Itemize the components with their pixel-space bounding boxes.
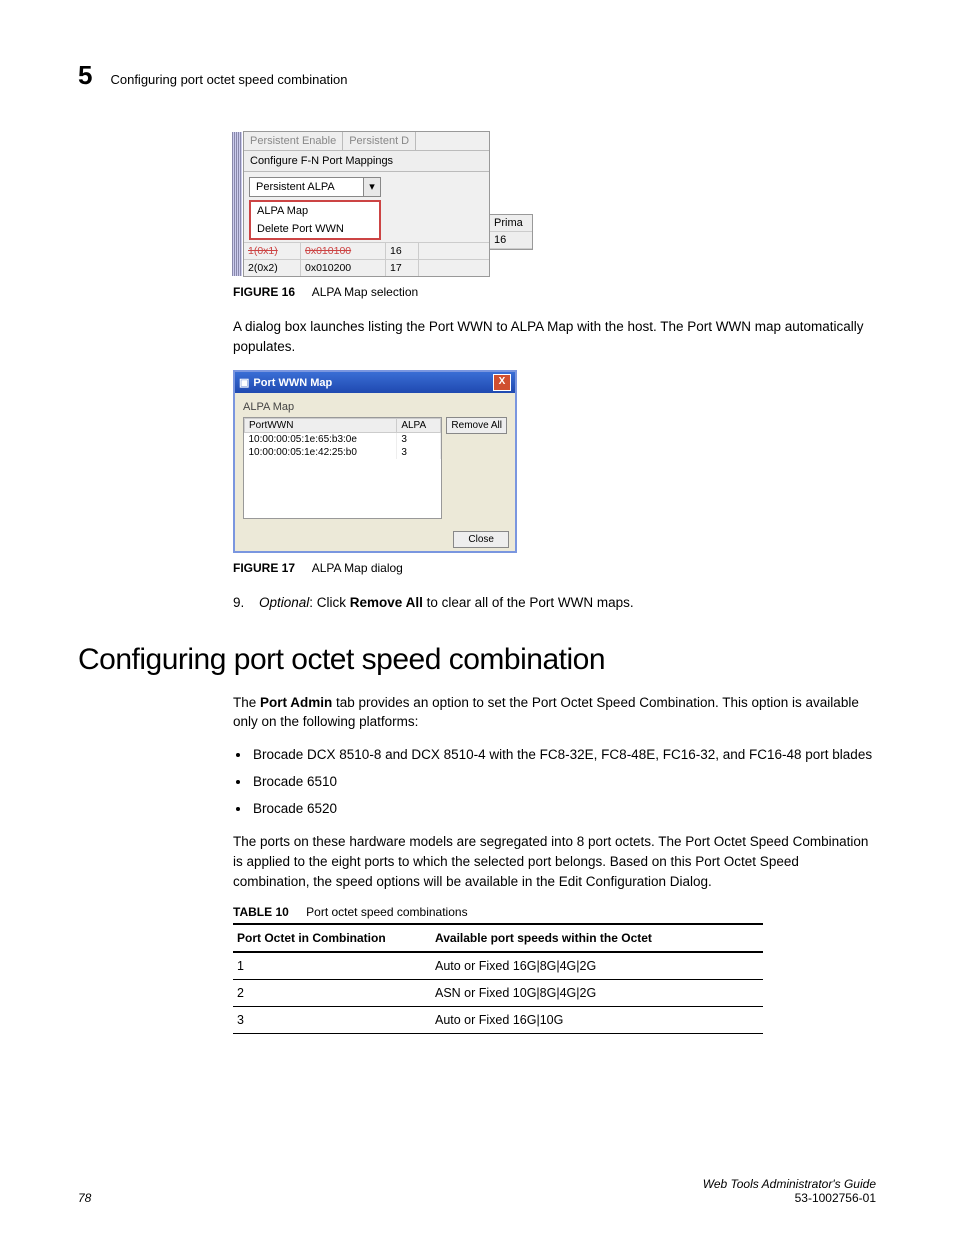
list-item: Brocade DCX 8510-8 and DCX 8510-4 with t… xyxy=(251,746,876,765)
dropdown-value: Persistent ALPA xyxy=(250,178,363,196)
table-title-text: Port octet speed combinations xyxy=(306,905,467,919)
cell-alpa: 3 xyxy=(397,433,441,447)
cell-wwn: 10:00:00:05:1e:42:25:b0 xyxy=(245,446,397,459)
window-grip xyxy=(232,132,242,276)
table-cell: 1(0x1) xyxy=(244,243,301,259)
configure-mappings-button[interactable]: Configure F-N Port Mappings xyxy=(244,151,489,172)
cell-wwn: 10:00:00:05:1e:65:b3:0e xyxy=(245,433,397,447)
table-row: 1 Auto or Fixed 16G|8G|4G|2G xyxy=(233,952,763,980)
table-cell: 2 xyxy=(233,980,431,1007)
table-cell: ASN or Fixed 10G|8G|4G|2G xyxy=(431,980,763,1007)
table-header: Port Octet in Combination xyxy=(233,924,431,952)
table-10: Port Octet in Combination Available port… xyxy=(233,923,763,1034)
table-cell: Auto or Fixed 16G|8G|4G|2G xyxy=(431,952,763,980)
table-cell: 2(0x2) xyxy=(244,260,301,276)
figure-label: FIGURE 17 xyxy=(233,561,295,575)
table-cell: 0x010100 xyxy=(301,243,386,259)
text: The xyxy=(233,695,260,710)
step-number: 9. xyxy=(233,593,249,613)
cell-alpa: 3 xyxy=(397,446,441,459)
paragraph: The ports on these hardware models are s… xyxy=(233,832,876,891)
table-cell: 0x010200 xyxy=(301,260,386,276)
group-header: ALPA Map xyxy=(243,401,507,413)
figure-caption-text: ALPA Map selection xyxy=(312,285,419,299)
dropdown-menu: ALPA Map Delete Port WWN xyxy=(249,200,381,240)
persistent-d-button[interactable]: Persistent D xyxy=(343,132,416,150)
table-10-title: TABLE 10 Port octet speed combinations xyxy=(233,905,876,919)
table-cell: 3 xyxy=(233,1007,431,1034)
doc-title: Web Tools Administrator's Guide xyxy=(703,1177,876,1191)
step-text-post: to clear all of the Port WWN maps. xyxy=(423,595,634,610)
list-item: Brocade 6510 xyxy=(251,773,876,792)
table-row[interactable]: 10:00:00:05:1e:65:b3:0e 3 xyxy=(245,433,441,447)
dialog-title: Port WWN Map xyxy=(253,377,332,389)
window-icon: ▣ xyxy=(239,376,249,389)
figure-label: FIGURE 16 xyxy=(233,285,295,299)
figure-caption-text: ALPA Map dialog xyxy=(312,561,403,575)
content-block-2: The Port Admin tab provides an option to… xyxy=(233,693,876,1034)
prime-header: Prima xyxy=(490,215,532,232)
section-heading: Configuring port octet speed combination xyxy=(78,643,876,677)
page-number: 78 xyxy=(78,1191,91,1205)
doc-number: 53-1002756-01 xyxy=(703,1191,876,1205)
table-row[interactable]: 10:00:00:05:1e:42:25:b0 3 xyxy=(245,446,441,459)
table-row: 3 Auto or Fixed 16G|10G xyxy=(233,1007,763,1034)
delete-port-item[interactable]: Delete Port WWN xyxy=(251,220,379,238)
step-text-pre: : Click xyxy=(309,595,350,610)
alpa-map-item[interactable]: ALPA Map xyxy=(251,202,379,220)
figure-17: ▣ Port WWN Map X ALPA Map PortWWN ALPA xyxy=(233,370,517,553)
table-cell: Auto or Fixed 16G|10G xyxy=(431,1007,763,1034)
close-button[interactable]: Close xyxy=(453,531,509,548)
list-item: Brocade 6520 xyxy=(251,800,876,819)
paragraph: The Port Admin tab provides an option to… xyxy=(233,693,876,732)
page-header: 5 Configuring port octet speed combinati… xyxy=(78,60,876,91)
table-cell: 17 xyxy=(386,260,419,276)
text-bold: Port Admin xyxy=(260,695,332,710)
col-portwwn: PortWWN xyxy=(245,419,397,433)
remove-all-button[interactable]: Remove All xyxy=(446,417,507,434)
table-cell: 16 xyxy=(386,243,419,259)
step-9: 9. Optional: Click Remove All to clear a… xyxy=(233,593,876,613)
close-icon[interactable]: X xyxy=(493,374,511,391)
chevron-down-icon: ▾ xyxy=(363,178,380,196)
table-cell: 1 xyxy=(233,952,431,980)
step-text-bold: Remove All xyxy=(350,595,423,610)
step-optional: Optional xyxy=(259,595,309,610)
table-header: Available port speeds within the Octet xyxy=(431,924,763,952)
table-label: TABLE 10 xyxy=(233,905,289,919)
platform-list: Brocade DCX 8510-8 and DCX 8510-4 with t… xyxy=(251,746,876,819)
running-head: Configuring port octet speed combination xyxy=(110,72,347,87)
col-alpa: ALPA xyxy=(397,419,441,433)
paragraph: A dialog box launches listing the Port W… xyxy=(233,317,876,356)
dialog-titlebar: ▣ Port WWN Map X xyxy=(235,372,515,393)
prime-column: Prima 16 xyxy=(489,214,533,250)
persistent-enable-button[interactable]: Persistent Enable xyxy=(244,132,343,150)
persistent-alpa-dropdown[interactable]: Persistent ALPA ▾ xyxy=(249,177,381,197)
figure-17-caption: FIGURE 17 ALPA Map dialog xyxy=(233,561,876,575)
figure-16-caption: FIGURE 16 ALPA Map selection xyxy=(233,285,876,299)
figure-16: Persistent Enable Persistent D Configure… xyxy=(243,131,490,277)
page-footer: 78 Web Tools Administrator's Guide 53-10… xyxy=(78,1177,876,1205)
table-row: 2 ASN or Fixed 10G|8G|4G|2G xyxy=(233,980,763,1007)
prime-value: 16 xyxy=(490,232,532,249)
chapter-number: 5 xyxy=(78,60,92,91)
content-block-1: Persistent Enable Persistent D Configure… xyxy=(233,131,876,613)
page: 5 Configuring port octet speed combinati… xyxy=(0,0,954,1235)
port-wwn-grid: PortWWN ALPA 10:00:00:05:1e:65:b3:0e 3 1… xyxy=(243,417,442,519)
